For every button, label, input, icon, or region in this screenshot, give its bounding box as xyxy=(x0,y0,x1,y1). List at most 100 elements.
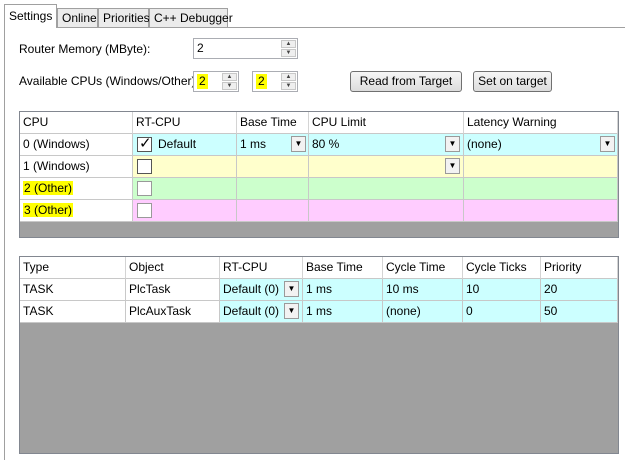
chevron-down-icon[interactable]: ▼ xyxy=(445,136,460,152)
base-time-cell[interactable] xyxy=(237,156,309,178)
available-cpus-label: Available CPUs (Windows/Other): xyxy=(19,74,199,88)
table-row: TASK PlcTask Default (0) ▼ 1 ms 10 ms 10… xyxy=(20,279,618,301)
rt-cpu-cell[interactable]: ✓ Default xyxy=(133,134,237,156)
tab-cpp-debugger[interactable]: C++ Debugger xyxy=(149,8,233,27)
tab-settings[interactable]: Settings xyxy=(4,4,57,28)
set-on-target-button[interactable]: Set on target xyxy=(473,71,552,92)
arrow-up-icon[interactable]: ▲ xyxy=(281,40,296,48)
task-rt-cpu-value: Default (0) xyxy=(223,304,280,318)
table-row: 0 (Windows) ✓ Default 1 ms ▼ 80 % ▼ (non… xyxy=(20,134,618,156)
cpu-limit-cell[interactable] xyxy=(309,200,464,222)
cpus-windows-value: 2 xyxy=(197,74,208,89)
cpus-windows-stepper[interactable]: 2 ▲ ▼ xyxy=(193,71,239,92)
cpu-name: 0 (Windows) xyxy=(20,134,133,156)
task-base-time: 1 ms xyxy=(303,301,383,323)
cpus-other-value: 2 xyxy=(256,74,267,89)
base-time-cell[interactable]: 1 ms ▼ xyxy=(237,134,309,156)
col-cpu[interactable]: CPU xyxy=(20,112,133,134)
arrow-up-icon[interactable]: ▲ xyxy=(222,73,237,81)
task-cycle-ticks[interactable]: 0 xyxy=(463,301,541,323)
chevron-down-icon[interactable]: ▼ xyxy=(600,136,615,152)
tab-settings-label: Settings xyxy=(9,9,53,23)
cpu-name: 2 (Other) xyxy=(20,178,133,200)
table-row: TASK PlcAuxTask Default (0) ▼ 1 ms (none… xyxy=(20,301,618,323)
cpu-table-header: CPU RT-CPU Base Time CPU Limit Latency W… xyxy=(20,112,618,134)
base-time-value: 1 ms xyxy=(240,137,267,151)
read-from-target-button[interactable]: Read from Target xyxy=(350,71,462,92)
cpu-name: 1 (Windows) xyxy=(20,156,133,178)
col-latency-warning[interactable]: Latency Warning xyxy=(464,112,618,134)
latency-cell[interactable]: (none) ▼ xyxy=(464,134,618,156)
rt-cpu-cell[interactable] xyxy=(133,200,237,222)
task-priority[interactable]: 50 xyxy=(541,301,618,323)
col-cycle-time[interactable]: Cycle Time xyxy=(383,257,463,279)
task-type: TASK xyxy=(20,279,126,301)
col-base-time[interactable]: Base Time xyxy=(237,112,309,134)
checkmark-icon: ✓ xyxy=(139,135,152,152)
task-object: PlcTask xyxy=(126,279,220,301)
base-time-cell[interactable] xyxy=(237,178,309,200)
rt-cpu-checkbox[interactable] xyxy=(137,181,152,196)
arrow-down-icon[interactable]: ▼ xyxy=(281,82,296,90)
cpu-limit-cell[interactable]: 80 % ▼ xyxy=(309,134,464,156)
table-row: 3 (Other) xyxy=(20,200,618,222)
tab-priorities[interactable]: Priorities xyxy=(98,8,150,27)
task-base-time: 1 ms xyxy=(303,279,383,301)
router-memory-stepper[interactable]: 2 ▲ ▼ xyxy=(193,38,298,59)
rt-cpu-cell[interactable] xyxy=(133,156,237,178)
task-priority[interactable]: 20 xyxy=(541,279,618,301)
cpu-limit-value: 80 % xyxy=(312,137,340,151)
latency-cell[interactable] xyxy=(464,200,618,222)
latency-value: (none) xyxy=(467,137,502,151)
col-type[interactable]: Type xyxy=(20,257,126,279)
rt-cpu-cell[interactable] xyxy=(133,178,237,200)
col-cycle-ticks[interactable]: Cycle Ticks xyxy=(463,257,541,279)
latency-cell[interactable] xyxy=(464,178,618,200)
arrow-down-icon[interactable]: ▼ xyxy=(281,49,296,57)
cpus-other-stepper[interactable]: 2 ▲ ▼ xyxy=(252,71,298,92)
rt-cpu-label: Default xyxy=(158,137,197,151)
chevron-down-icon[interactable]: ▼ xyxy=(284,303,299,319)
chevron-down-icon[interactable]: ▼ xyxy=(284,281,299,297)
task-table-header: Type Object RT-CPU Base Time Cycle Time … xyxy=(20,257,618,279)
table-row: 2 (Other) xyxy=(20,178,618,200)
task-type: TASK xyxy=(20,301,126,323)
task-cycle-ticks[interactable]: 10 xyxy=(463,279,541,301)
task-object: PlcAuxTask xyxy=(126,301,220,323)
col-cpu-limit[interactable]: CPU Limit xyxy=(309,112,464,134)
col-priority[interactable]: Priority xyxy=(541,257,618,279)
chevron-down-icon[interactable]: ▼ xyxy=(291,136,306,152)
tab-priorities-label: Priorities xyxy=(103,11,150,25)
col-rt-cpu[interactable]: RT-CPU xyxy=(220,257,303,279)
col-rt-cpu[interactable]: RT-CPU xyxy=(133,112,237,134)
tab-cpp-debugger-label: C++ Debugger xyxy=(154,11,233,25)
base-time-cell[interactable] xyxy=(237,200,309,222)
col-base-time[interactable]: Base Time xyxy=(303,257,383,279)
chevron-down-icon[interactable]: ▼ xyxy=(445,158,460,174)
arrow-up-icon[interactable]: ▲ xyxy=(281,73,296,81)
task-rt-cpu-value: Default (0) xyxy=(223,282,280,296)
latency-cell[interactable] xyxy=(464,156,618,178)
tab-online[interactable]: Online xyxy=(57,8,98,27)
cpu-table: CPU RT-CPU Base Time CPU Limit Latency W… xyxy=(19,111,619,238)
task-rt-cpu-cell[interactable]: Default (0) ▼ xyxy=(220,279,303,301)
table-row: 1 (Windows) ▼ xyxy=(20,156,618,178)
task-rt-cpu-cell[interactable]: Default (0) ▼ xyxy=(220,301,303,323)
arrow-down-icon[interactable]: ▼ xyxy=(222,82,237,90)
task-table: Type Object RT-CPU Base Time Cycle Time … xyxy=(19,256,619,454)
tab-bar: Settings Online Priorities C++ Debugger xyxy=(0,0,625,28)
rt-cpu-checkbox[interactable]: ✓ xyxy=(137,135,152,152)
cpu-name-highlight: 3 (Other) xyxy=(23,203,74,217)
col-object[interactable]: Object xyxy=(126,257,220,279)
router-memory-value: 2 xyxy=(197,41,204,55)
rt-cpu-checkbox[interactable] xyxy=(137,159,152,174)
tab-online-label: Online xyxy=(62,11,97,25)
cpu-limit-cell[interactable]: ▼ xyxy=(309,156,464,178)
cpu-name-highlight: 2 (Other) xyxy=(23,181,74,195)
rt-cpu-checkbox[interactable] xyxy=(137,203,152,218)
router-memory-label: Router Memory (MByte): xyxy=(19,42,151,56)
cpu-limit-cell[interactable] xyxy=(309,178,464,200)
task-cycle-time[interactable]: (none) xyxy=(383,301,463,323)
task-cycle-time[interactable]: 10 ms xyxy=(383,279,463,301)
cpu-name: 3 (Other) xyxy=(20,200,133,222)
